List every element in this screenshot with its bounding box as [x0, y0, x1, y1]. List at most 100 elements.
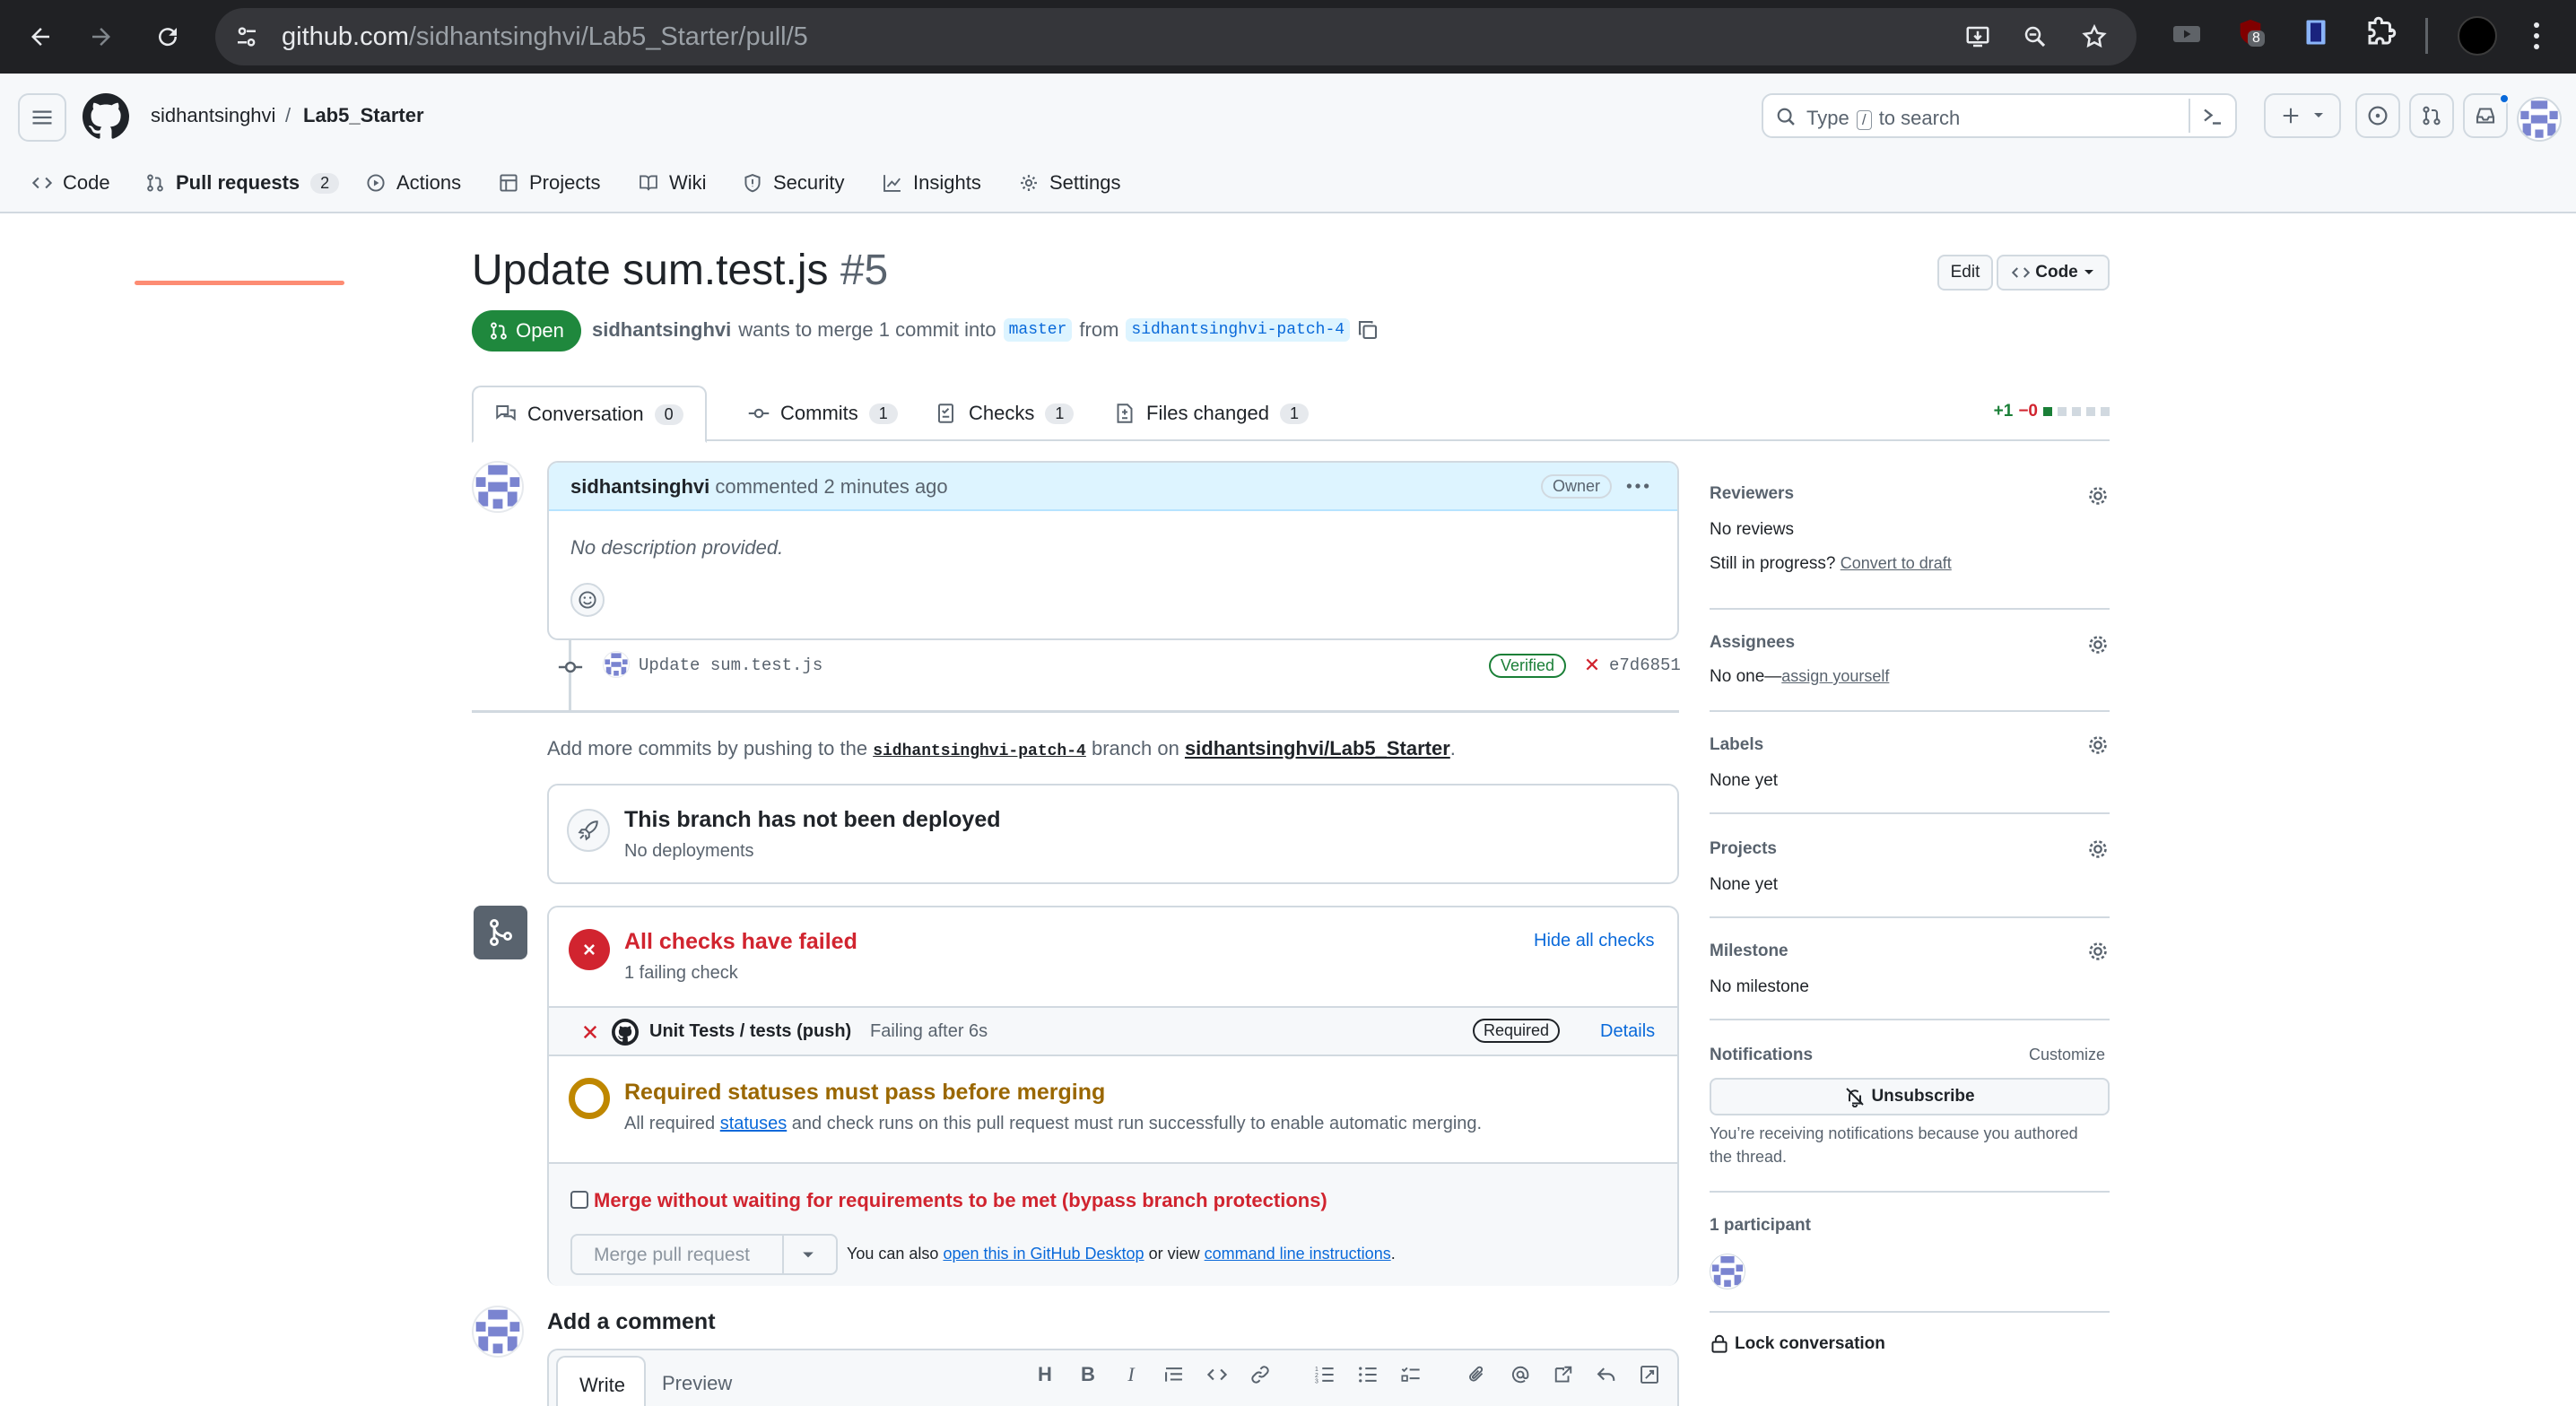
- comment-time[interactable]: 2 minutes ago: [823, 475, 947, 498]
- labels-heading[interactable]: Labels: [1710, 735, 1763, 755]
- tab-pull-requests[interactable]: Pull requests 2: [145, 167, 340, 199]
- milestone-gear-icon[interactable]: [2086, 940, 2110, 963]
- tab-insights[interactable]: Insights: [883, 167, 981, 199]
- extensions-puzzle-icon[interactable]: [2364, 16, 2397, 48]
- quote-tool-icon[interactable]: [1161, 1361, 1188, 1388]
- reply-tool-icon[interactable]: [1593, 1361, 1620, 1388]
- back-button[interactable]: [14, 11, 66, 63]
- commit-author-avatar[interactable]: [603, 651, 630, 678]
- forward-button[interactable]: [75, 11, 127, 63]
- tab-files-changed[interactable]: Files changed 1: [1092, 386, 1330, 441]
- cross-reference-tool-icon[interactable]: [1550, 1361, 1577, 1388]
- ublock-extension[interactable]: 8: [2235, 16, 2271, 56]
- tab-actions[interactable]: Actions: [366, 167, 461, 199]
- fullscreen-tool-icon[interactable]: [1636, 1361, 1663, 1388]
- labels-gear-icon[interactable]: [2086, 733, 2110, 757]
- participant-avatar[interactable]: [1710, 1254, 1745, 1289]
- chevron-down-icon[interactable]: [802, 1251, 814, 1260]
- command-line-instructions-link[interactable]: command line instructions: [1205, 1245, 1391, 1263]
- convert-to-draft-link[interactable]: Convert to draft: [1841, 554, 1952, 572]
- tab-checks[interactable]: Checks 1: [915, 386, 1095, 441]
- reader-extension-icon[interactable]: [2300, 16, 2332, 48]
- kebab-horizontal-icon[interactable]: [1625, 477, 1650, 495]
- identicon-icon: [475, 1309, 520, 1354]
- statuses-link[interactable]: statuses: [720, 1114, 787, 1133]
- pr-author-link[interactable]: sidhantsinghvi: [592, 318, 731, 342]
- extension-media-icon[interactable]: [2171, 18, 2203, 50]
- hide-all-checks-link[interactable]: Hide all checks: [1534, 931, 1655, 951]
- verified-badge[interactable]: Verified: [1489, 654, 1567, 678]
- bold-tool-icon[interactable]: B: [1075, 1361, 1101, 1388]
- assignees-heading[interactable]: Assignees: [1710, 633, 1795, 653]
- address-bar[interactable]: github.com/sidhantsinghvi/Lab5_Starter/p…: [215, 8, 2137, 65]
- projects-heading[interactable]: Projects: [1710, 839, 1777, 859]
- bell-slash-icon: [1846, 1088, 1865, 1107]
- issues-button[interactable]: [2355, 93, 2400, 138]
- assignees-gear-icon[interactable]: [2086, 633, 2110, 656]
- ordered-list-tool-icon[interactable]: 123: [1311, 1361, 1338, 1388]
- check-details-link[interactable]: Details: [1600, 1021, 1655, 1042]
- push-hint-branch[interactable]: sidhantsinghvi-patch-4: [873, 742, 1086, 760]
- x-failed-icon[interactable]: [1584, 656, 1600, 673]
- unsubscribe-button[interactable]: Unsubscribe: [1710, 1078, 2110, 1115]
- play-circle-icon: [367, 174, 385, 192]
- current-user-avatar[interactable]: [472, 1306, 524, 1358]
- push-hint-repo[interactable]: sidhantsinghvi/Lab5_Starter: [1185, 737, 1450, 759]
- browser-menu-icon[interactable]: [2531, 20, 2542, 52]
- tab-conversation[interactable]: Conversation 0: [472, 386, 707, 443]
- copy-icon[interactable]: [1357, 319, 1379, 341]
- bypass-label[interactable]: Merge without waiting for requirements t…: [594, 1189, 1327, 1212]
- head-branch[interactable]: sidhantsinghvi-patch-4: [1126, 318, 1351, 342]
- user-avatar[interactable]: [2517, 97, 2562, 142]
- task-list-tool-icon[interactable]: [1397, 1361, 1424, 1388]
- pull-requests-button[interactable]: [2409, 93, 2454, 138]
- unordered-list-tool-icon[interactable]: [1354, 1361, 1381, 1388]
- profile-avatar[interactable]: [2458, 16, 2497, 56]
- code-icon: [32, 177, 52, 189]
- lock-icon[interactable]: [1710, 1332, 1729, 1354]
- projects-gear-icon[interactable]: [2086, 838, 2110, 861]
- comment-discussion-icon: [496, 405, 516, 421]
- comment-author[interactable]: sidhantsinghvi: [570, 475, 709, 498]
- commit-sha-link[interactable]: e7d6851: [1609, 655, 1681, 675]
- breadcrumb-repo[interactable]: Lab5_Starter: [303, 104, 424, 127]
- add-reaction-button[interactable]: [570, 583, 605, 617]
- code-tool-icon[interactable]: [1204, 1361, 1231, 1388]
- tab-settings[interactable]: Settings: [1019, 167, 1121, 199]
- open-menu-button[interactable]: [18, 93, 66, 142]
- attach-file-tool-icon[interactable]: [1464, 1361, 1491, 1388]
- bypass-checkbox[interactable]: [570, 1191, 588, 1209]
- search-input[interactable]: Type / to search: [1762, 93, 2237, 138]
- comment-author-avatar[interactable]: [472, 461, 524, 513]
- milestone-heading[interactable]: Milestone: [1710, 942, 1788, 961]
- github-header: sidhantsinghvi / Lab5_Starter Type / to …: [0, 74, 2576, 285]
- merge-pull-request-button[interactable]: Merge pull request: [594, 1245, 750, 1266]
- tab-security[interactable]: Security: [743, 167, 844, 199]
- search-shortcut-key: /: [1856, 110, 1872, 130]
- code-dropdown-button[interactable]: Code: [1997, 255, 2110, 291]
- tab-commits[interactable]: Commits 1: [727, 386, 919, 441]
- tab-code[interactable]: Code: [32, 167, 110, 199]
- reload-button[interactable]: [142, 11, 194, 63]
- create-new-button[interactable]: [2264, 93, 2341, 138]
- customize-notifications-link[interactable]: Customize: [2029, 1046, 2105, 1064]
- lock-conversation-link[interactable]: Lock conversation: [1735, 1334, 1885, 1354]
- preview-tab[interactable]: Preview: [662, 1372, 732, 1395]
- breadcrumb-owner[interactable]: sidhantsinghvi: [151, 104, 275, 127]
- reviewers-heading[interactable]: Reviewers: [1710, 484, 1794, 504]
- write-tab[interactable]: Write: [556, 1356, 646, 1406]
- github-logo-icon[interactable]: [83, 93, 129, 140]
- reviewers-gear-icon[interactable]: [2086, 484, 2110, 508]
- base-branch[interactable]: master: [1003, 318, 1073, 342]
- mention-tool-icon[interactable]: [1507, 1361, 1534, 1388]
- link-tool-icon[interactable]: [1247, 1361, 1274, 1388]
- edit-title-button[interactable]: Edit: [1937, 255, 1993, 291]
- heading-tool-icon[interactable]: H: [1031, 1361, 1058, 1388]
- tab-wiki[interactable]: Wiki: [639, 167, 707, 199]
- assign-yourself-link[interactable]: assign yourself: [1781, 667, 1889, 685]
- commit-message-link[interactable]: Update sum.test.js: [639, 655, 822, 675]
- tab-projects[interactable]: Projects: [499, 167, 600, 199]
- italic-tool-icon[interactable]: I: [1118, 1361, 1144, 1388]
- command-palette-icon[interactable]: [2201, 106, 2224, 127]
- open-in-desktop-link[interactable]: open this in GitHub Desktop: [943, 1245, 1144, 1263]
